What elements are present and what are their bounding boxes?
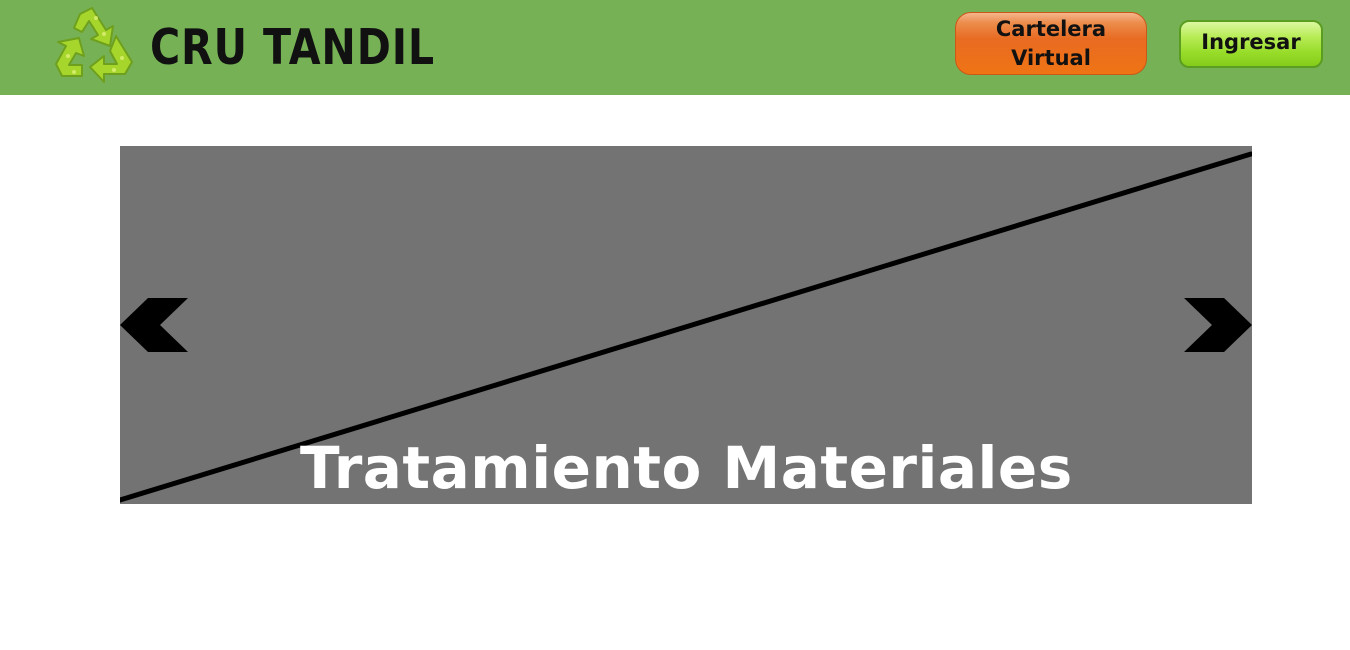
recycle-icon[interactable]: [52, 6, 136, 86]
cartelera-virtual-button[interactable]: Cartelera Virtual: [955, 12, 1147, 75]
login-button[interactable]: Ingresar: [1179, 20, 1323, 68]
site-title[interactable]: CRU TANDIL: [150, 18, 435, 78]
chevron-left-icon[interactable]: [120, 298, 188, 352]
site-header: CRU TANDIL Cartelera Virtual Ingresar: [0, 0, 1350, 95]
cartelera-virtual-label: Cartelera Virtual: [995, 16, 1107, 70]
login-button-label: Ingresar: [1201, 30, 1301, 54]
slide-caption: Tratamiento Materiales: [300, 434, 1073, 502]
image-carousel: Tratamiento Materiales: [120, 146, 1252, 504]
chevron-right-icon[interactable]: [1184, 298, 1252, 352]
